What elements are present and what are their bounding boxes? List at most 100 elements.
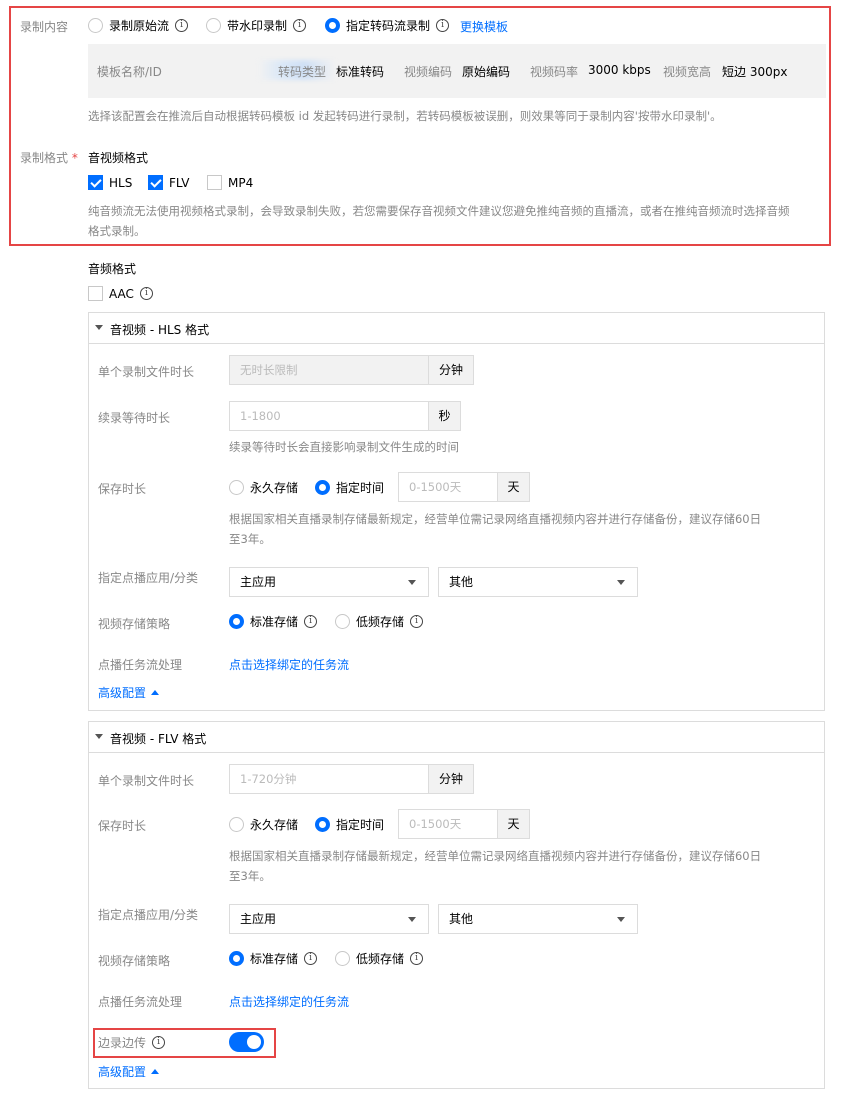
flv-radio-specified-time[interactable]: 指定时间 <box>315 816 384 833</box>
record-format-label: 录制格式 * <box>20 151 78 165</box>
flv-file-duration-input[interactable]: 1-720分钟 <box>229 764 429 794</box>
radio-circle <box>206 18 221 33</box>
chevron-up-icon <box>151 1069 160 1074</box>
checkbox-mp4[interactable]: MP4 <box>207 175 253 190</box>
change-template-link[interactable]: 更换模板 <box>460 18 508 35</box>
radio-record-watermark[interactable]: 带水印录制 i <box>206 17 307 34</box>
info-icon[interactable]: i <box>304 615 318 628</box>
hls-resume-wait-unit: 秒 <box>428 401 461 431</box>
hls-radio-infrequent-storage[interactable]: 低频存储 i <box>335 613 424 630</box>
hls-panel-header[interactable]: 音视频 - HLS 格式 <box>89 313 824 344</box>
flv-vod-category-select[interactable]: 其他 <box>438 904 638 934</box>
radio-circle <box>229 817 244 832</box>
video-size-label: 视频宽高 <box>663 65 712 79</box>
collapse-triangle-icon <box>95 734 103 739</box>
checkbox-box <box>207 175 222 190</box>
template-info-bar: 模板名称/ID 转码类型 标准转码 视频编码 原始编码 视频码率 3000 kb… <box>88 44 826 98</box>
toggle-knob <box>247 1035 261 1049</box>
hls-policy-label: 视频存储策略 <box>98 617 171 631</box>
transcode-type-label: 转码类型 <box>278 65 327 79</box>
hls-storage-hint: 根据国家相关直播录制存储最新规定，经营单位需记录网络直播视频内容并进行存储备份，… <box>229 512 762 546</box>
radio-circle <box>88 18 103 33</box>
radio-circle-selected <box>229 951 244 966</box>
hls-format-panel: 音视频 - HLS 格式 单个录制文件时长 无时长限制 分钟 续录等待时长 1-… <box>88 312 825 711</box>
info-icon[interactable]: i <box>410 952 424 965</box>
hls-storage-label: 保存时长 <box>98 482 147 496</box>
chevron-down-icon <box>408 917 416 922</box>
av-format-hint: 纯音频流无法使用视频格式录制，会导致录制失败，若您需要保存音视频文件建议您避免推… <box>88 204 790 238</box>
hls-storage-days-unit: 天 <box>497 472 530 502</box>
flv-vod-app-label: 指定点播应用/分类 <box>98 908 199 922</box>
radio-record-transcode[interactable]: 指定转码流录制 i <box>325 17 450 34</box>
flv-file-duration-unit: 分钟 <box>428 764 474 794</box>
checkbox-box <box>88 286 103 301</box>
flv-advanced-toggle[interactable]: 高级配置 <box>98 1063 160 1080</box>
hls-file-duration-unit: 分钟 <box>428 355 474 385</box>
hls-resume-wait-label: 续录等待时长 <box>98 411 171 425</box>
hls-vod-app-select[interactable]: 主应用 <box>229 567 429 597</box>
hls-task-link[interactable]: 点击选择绑定的任务流 <box>229 656 349 673</box>
upload-while-recording-toggle[interactable] <box>229 1032 264 1052</box>
radio-record-original[interactable]: 录制原始流 i <box>88 17 189 34</box>
checkbox-box-checked <box>148 175 163 190</box>
info-icon[interactable]: i <box>175 19 189 32</box>
upload-while-recording-label: 边录边传 <box>98 1036 147 1050</box>
flv-radio-standard-storage[interactable]: 标准存储 i <box>229 950 318 967</box>
radio-circle-selected <box>325 18 340 33</box>
radio-circle-selected <box>315 480 330 495</box>
hls-resume-wait-input[interactable]: 1-1800 <box>229 401 429 431</box>
flv-task-link[interactable]: 点击选择绑定的任务流 <box>229 993 349 1010</box>
chevron-down-icon <box>617 917 625 922</box>
hls-vod-category-select[interactable]: 其他 <box>438 567 638 597</box>
video-bitrate-label: 视频码率 <box>530 65 579 79</box>
video-bitrate-value: 3000 kbps <box>588 63 651 77</box>
collapse-triangle-icon <box>95 325 103 330</box>
checkbox-flv[interactable]: FLV <box>148 175 189 190</box>
checkbox-aac[interactable]: AAC i <box>88 286 153 301</box>
record-content-label: 录制内容 <box>20 20 69 34</box>
flv-policy-label: 视频存储策略 <box>98 954 171 968</box>
hls-storage-days-input[interactable]: 0-1500天 <box>398 472 498 502</box>
hls-file-duration-label: 单个录制文件时长 <box>98 365 195 379</box>
hls-advanced-toggle[interactable]: 高级配置 <box>98 684 160 701</box>
hls-radio-specified-time[interactable]: 指定时间 <box>315 479 384 496</box>
av-format-title: 音视频格式 <box>88 151 149 165</box>
checkbox-hls[interactable]: HLS <box>88 175 132 190</box>
flv-storage-days-input[interactable]: 0-1500天 <box>398 809 498 839</box>
hls-radio-permanent[interactable]: 永久存储 <box>229 479 298 496</box>
hls-file-duration-input[interactable]: 无时长限制 <box>229 355 429 385</box>
radio-circle <box>229 480 244 495</box>
video-size-value: 短边 300px <box>722 65 788 79</box>
info-icon[interactable]: i <box>304 952 318 965</box>
radio-circle-selected <box>315 817 330 832</box>
flv-radio-permanent[interactable]: 永久存储 <box>229 816 298 833</box>
chevron-up-icon <box>151 690 160 695</box>
info-icon[interactable]: i <box>152 1036 166 1049</box>
info-icon[interactable]: i <box>293 19 307 32</box>
flv-storage-label: 保存时长 <box>98 819 147 833</box>
hls-radio-standard-storage[interactable]: 标准存储 i <box>229 613 318 630</box>
radio-circle <box>335 951 350 966</box>
template-name-label: 模板名称/ID <box>97 65 162 79</box>
checkbox-box-checked <box>88 175 103 190</box>
radio-circle <box>335 614 350 629</box>
chevron-down-icon <box>617 580 625 585</box>
flv-file-duration-label: 单个录制文件时长 <box>98 774 195 788</box>
upload-while-recording-row: 边录边传 i <box>98 1034 166 1051</box>
flv-vod-app-select[interactable]: 主应用 <box>229 904 429 934</box>
info-icon[interactable]: i <box>139 287 153 300</box>
flv-format-panel: 音视频 - FLV 格式 单个录制文件时长 1-720分钟 分钟 保存时长 永久… <box>88 721 825 1089</box>
video-codec-label: 视频编码 <box>404 65 453 79</box>
record-content-hint: 选择该配置会在推流后自动根据转码模板 id 发起转码进行录制，若转码模板被误删，… <box>88 109 722 123</box>
flv-task-label: 点播任务流处理 <box>98 995 183 1009</box>
audio-format-title: 音频格式 <box>88 262 137 276</box>
chevron-down-icon <box>408 580 416 585</box>
hls-resume-wait-hint: 续录等待时长会直接影响录制文件生成的时间 <box>229 440 459 454</box>
flv-radio-infrequent-storage[interactable]: 低频存储 i <box>335 950 424 967</box>
transcode-type-value: 标准转码 <box>336 65 385 79</box>
hls-vod-app-label: 指定点播应用/分类 <box>98 571 199 585</box>
info-icon[interactable]: i <box>436 19 450 32</box>
flv-panel-header[interactable]: 音视频 - FLV 格式 <box>89 722 824 753</box>
info-icon[interactable]: i <box>410 615 424 628</box>
hls-task-label: 点播任务流处理 <box>98 658 183 672</box>
